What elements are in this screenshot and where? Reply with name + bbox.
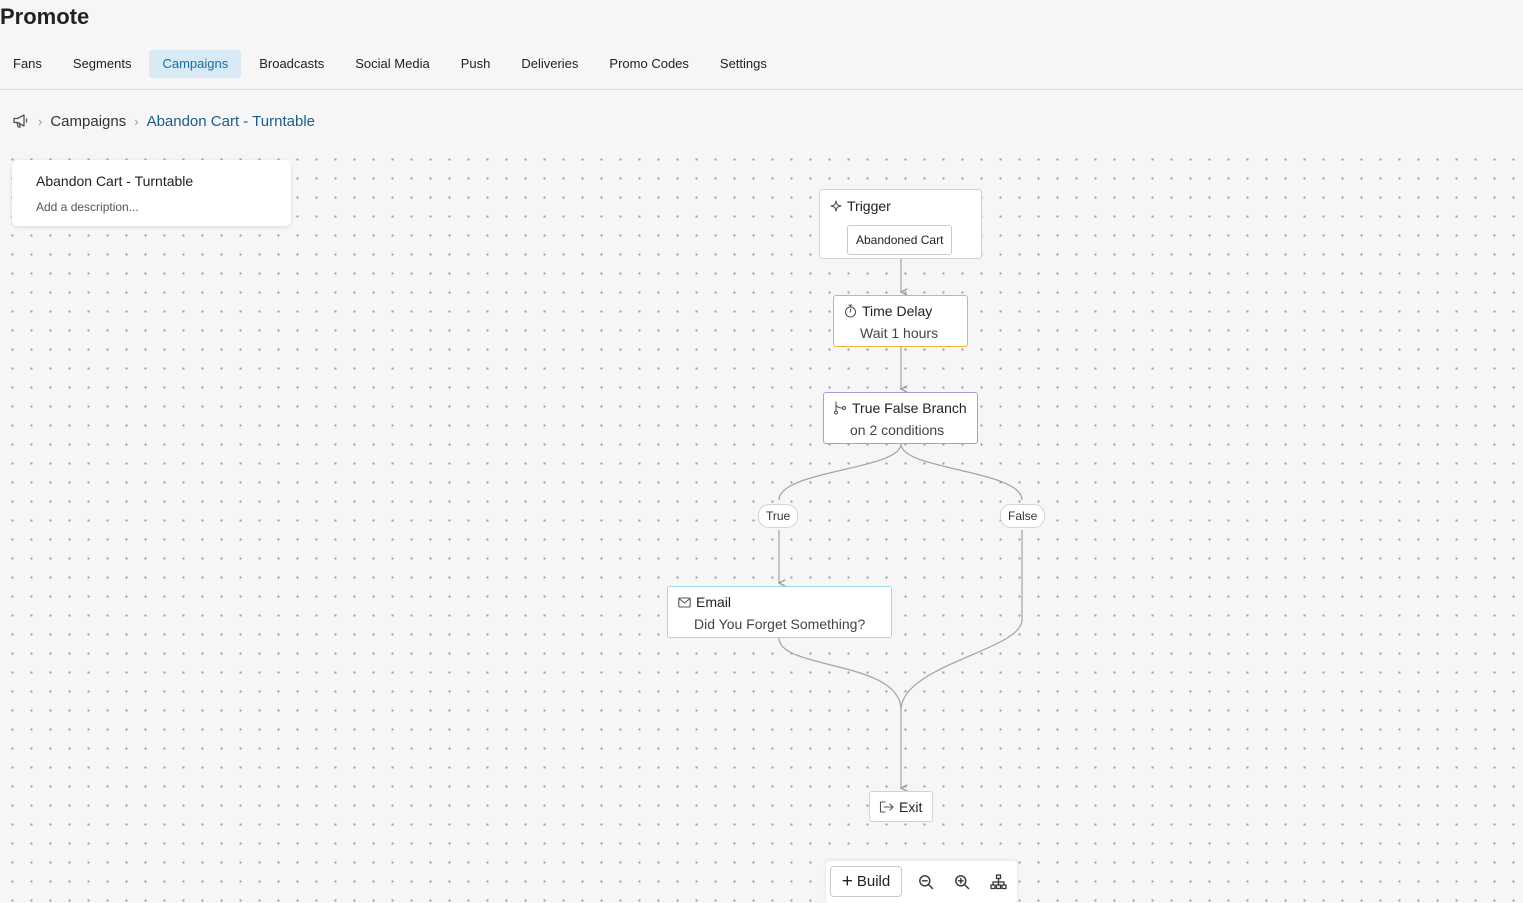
branch-icon (833, 401, 847, 415)
edge-branch-to-false (900, 443, 1023, 501)
trigger-event-chip[interactable]: Abandoned Cart (847, 225, 953, 255)
exit-icon (879, 801, 894, 813)
envelope-icon (678, 596, 691, 608)
email-title: Email (696, 594, 732, 610)
time-delay-title: Time Delay (862, 303, 933, 319)
time-delay-node[interactable]: Time Delay Wait 1 hours (833, 295, 968, 347)
exit-title: Exit (899, 799, 923, 815)
edge-email-to-exit (778, 637, 902, 711)
description-field[interactable]: Add a description... (36, 200, 139, 214)
campaign-info-card: Abandon Cart - Turntable Add a descripti… (12, 160, 291, 226)
canvas-toolbar: + Build (826, 861, 1017, 903)
plus-icon: + (841, 871, 853, 892)
time-delay-subtitle: Wait 1 hours (860, 325, 939, 341)
true-false-branch-node[interactable]: True False Branch on 2 conditions (823, 392, 978, 444)
sparkle-icon (830, 200, 842, 212)
edge-false-to-exit (900, 619, 1023, 711)
campaign-name[interactable]: Abandon Cart - Turntable (36, 173, 193, 189)
exit-node[interactable]: Exit (869, 791, 933, 822)
trigger-title: Trigger (847, 198, 891, 214)
edge-branch-to-true (778, 443, 902, 501)
build-button[interactable]: + Build (830, 866, 902, 897)
build-label: Build (856, 873, 891, 890)
zoom-out-icon[interactable] (916, 872, 936, 892)
trigger-node[interactable]: Trigger Abandoned Cart (819, 189, 982, 259)
branch-subtitle: on 2 conditions (850, 422, 945, 438)
email-subtitle: Did You Forget Something? (694, 616, 866, 632)
stopwatch-icon (844, 304, 857, 318)
flow-connectors (0, 259, 1023, 903)
auto-layout-icon[interactable] (988, 872, 1008, 892)
email-node[interactable]: Email Did You Forget Something? (667, 586, 892, 638)
branch-label-true[interactable]: True (758, 504, 799, 528)
branch-label-false[interactable]: False (1000, 504, 1046, 528)
branch-title: True False Branch (852, 400, 967, 416)
zoom-in-icon[interactable] (952, 872, 972, 892)
